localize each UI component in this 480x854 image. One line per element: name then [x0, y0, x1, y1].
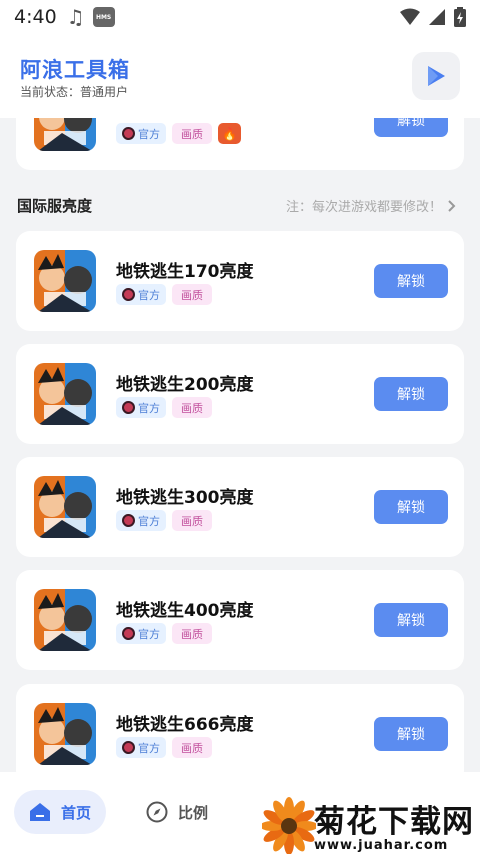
unlock-button[interactable]: 解锁	[374, 377, 448, 411]
section-title: 国际服亮度	[17, 197, 93, 215]
play-store-button[interactable]	[412, 52, 460, 100]
quality-tag: 画质	[172, 623, 212, 644]
official-logo-icon	[122, 627, 135, 640]
section-note-text: 注：每次进游戏都要修改！	[285, 200, 442, 215]
game-card[interactable]: 地铁逃生200亮度 官方 画质 解锁	[16, 344, 464, 444]
unlock-button[interactable]: 解锁	[374, 717, 448, 751]
official-tag-label: 官方	[138, 127, 160, 141]
game-name: 地铁逃生170亮度	[116, 262, 254, 282]
status-icons	[400, 7, 466, 27]
hms-badge: HMS	[92, 7, 115, 27]
official-tag-label: 官方	[138, 401, 160, 415]
tag-row: 官方 画质 🔥	[116, 123, 241, 144]
play-icon	[428, 66, 445, 86]
game-name: 地铁逃生300亮度	[116, 488, 254, 508]
game-icon	[34, 118, 96, 151]
content-scroll[interactable]: 官方 画质 🔥 解锁 国际服亮度 注：每次进游戏都要修改！ 地铁逃生170亮度	[0, 118, 480, 772]
music-note-icon: ♫	[66, 5, 85, 29]
compass-icon	[146, 801, 168, 823]
quality-tag: 画质	[172, 510, 212, 531]
game-card[interactable]: 地铁逃生300亮度 官方 画质 解锁	[16, 457, 464, 557]
watermark-url: www.juahar.com	[314, 838, 449, 853]
status-bar: 4:40 ♫ HMS	[0, 0, 480, 34]
game-icon	[34, 703, 96, 765]
nav-home-label: 首页	[60, 803, 91, 822]
official-tag: 官方	[116, 623, 166, 644]
quality-tag: 画质	[172, 397, 212, 418]
chevron-right-icon	[448, 199, 456, 212]
fire-icon: 🔥	[218, 123, 241, 144]
tag-row: 官方 画质	[116, 623, 212, 644]
official-logo-icon	[122, 401, 135, 414]
tag-row: 官方 画质	[116, 397, 212, 418]
nav-home[interactable]: 首页	[14, 790, 106, 834]
quality-tag: 画质	[172, 737, 212, 758]
unlock-button[interactable]: 解锁	[374, 603, 448, 637]
official-tag: 官方	[116, 737, 166, 758]
official-tag: 官方	[116, 284, 166, 305]
battery-icon	[454, 7, 466, 27]
user-status: 当前状态：普通用户	[20, 85, 129, 99]
nav-ratio-label: 比例	[178, 803, 209, 822]
game-icon	[34, 250, 96, 312]
tag-row: 官方 画质	[116, 510, 212, 531]
game-name: 地铁逃生400亮度	[116, 601, 254, 621]
app-header: 阿浪工具箱 当前状态：普通用户	[0, 34, 480, 118]
official-tag: 官方	[116, 397, 166, 418]
tag-row: 官方 画质	[116, 737, 212, 758]
official-tag: 官方	[116, 510, 166, 531]
game-name: 地铁逃生666亮度	[116, 715, 254, 735]
tag-row: 官方 画质	[116, 284, 212, 305]
game-name: 地铁逃生200亮度	[116, 375, 254, 395]
app-title: 阿浪工具箱	[20, 58, 130, 82]
status-time: 4:40	[14, 6, 57, 28]
wifi-icon	[400, 8, 420, 25]
official-logo-icon	[122, 741, 135, 754]
game-icon	[34, 476, 96, 538]
quality-tag: 画质	[172, 123, 212, 144]
watermark: 菊花下载网 www.juahar.com	[262, 796, 480, 854]
game-card[interactable]: 地铁逃生170亮度 官方 画质 解锁	[16, 231, 464, 331]
game-icon	[34, 363, 96, 425]
nav-ratio[interactable]: 比例	[146, 790, 208, 834]
official-tag: 官方	[116, 123, 166, 144]
official-logo-icon	[122, 288, 135, 301]
official-tag-label: 官方	[138, 288, 160, 302]
game-card[interactable]: 地铁逃生666亮度 官方 画质 解锁	[16, 684, 464, 772]
game-card-partial: 官方 画质 🔥 解锁	[16, 118, 464, 170]
game-icon	[34, 589, 96, 651]
official-logo-icon	[122, 127, 135, 140]
home-icon	[29, 803, 50, 821]
unlock-button[interactable]: 解锁	[374, 118, 448, 137]
game-card[interactable]: 地铁逃生400亮度 官方 画质 解锁	[16, 570, 464, 670]
watermark-text: 菊花下载网	[314, 804, 474, 840]
official-tag-label: 官方	[138, 741, 160, 755]
official-tag-label: 官方	[138, 627, 160, 641]
official-logo-icon	[122, 514, 135, 527]
official-tag-label: 官方	[138, 514, 160, 528]
signal-icon	[429, 9, 445, 25]
unlock-button[interactable]: 解锁	[374, 264, 448, 298]
section-note[interactable]: 注：每次进游戏都要修改！	[286, 196, 456, 215]
quality-tag: 画质	[172, 284, 212, 305]
unlock-button[interactable]: 解锁	[374, 490, 448, 524]
flower-logo	[262, 797, 316, 854]
